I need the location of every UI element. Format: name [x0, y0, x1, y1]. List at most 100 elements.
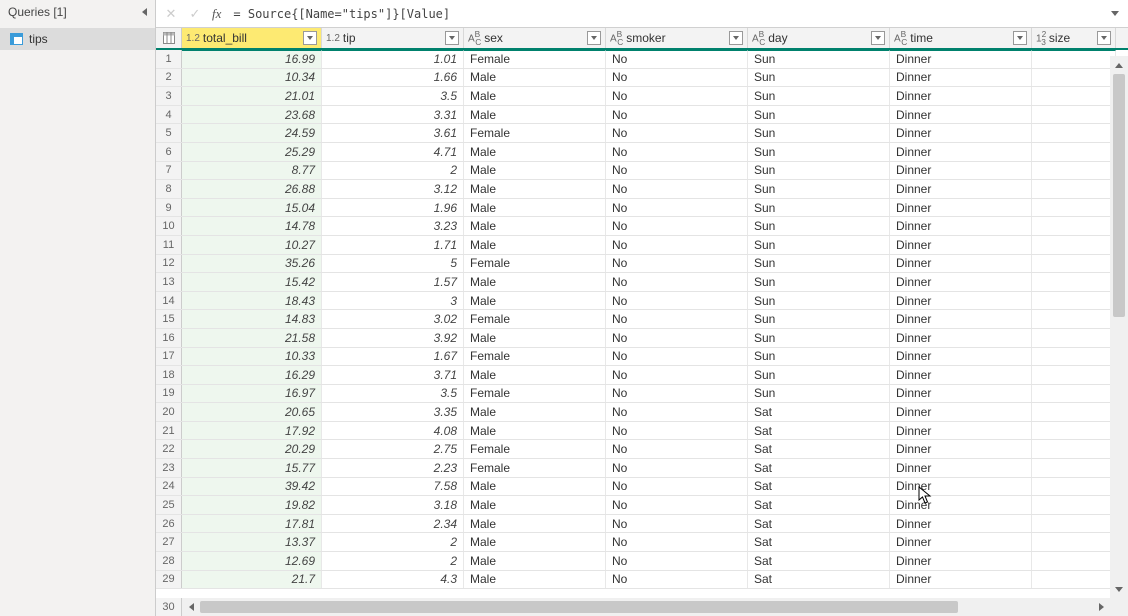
row-number[interactable]: 4: [156, 106, 182, 124]
hscroll-thumb[interactable]: [200, 601, 958, 613]
cell-size[interactable]: [1032, 180, 1116, 198]
cell-smoker[interactable]: No: [606, 366, 748, 384]
cell-size[interactable]: [1032, 255, 1116, 273]
cell-time[interactable]: Dinner: [890, 217, 1032, 235]
cell-day[interactable]: Sun: [748, 50, 890, 68]
datatype-icon[interactable]: ABC: [752, 29, 765, 46]
cell-smoker[interactable]: No: [606, 385, 748, 403]
cell-size[interactable]: [1032, 106, 1116, 124]
cell-size[interactable]: [1032, 236, 1116, 254]
cell-smoker[interactable]: No: [606, 217, 748, 235]
cell-sex[interactable]: Male: [464, 273, 606, 291]
filter-dropdown-icon[interactable]: [303, 31, 317, 45]
cell-size[interactable]: [1032, 292, 1116, 310]
cell-day[interactable]: Sun: [748, 255, 890, 273]
row-number[interactable]: 8: [156, 180, 182, 198]
cell-tip[interactable]: 3.31: [322, 106, 464, 124]
cell-day[interactable]: Sun: [748, 329, 890, 347]
table-row[interactable]: 2315.772.23FemaleNoSatDinner: [156, 459, 1128, 478]
select-all-button[interactable]: [156, 28, 182, 48]
cell-smoker[interactable]: No: [606, 69, 748, 87]
cell-sex[interactable]: Male: [464, 571, 606, 589]
row-number[interactable]: 1: [156, 50, 182, 68]
cell-total_bill[interactable]: 26.88: [182, 180, 322, 198]
cell-size[interactable]: [1032, 50, 1116, 68]
datatype-icon[interactable]: ABC: [468, 29, 481, 46]
vscroll-thumb[interactable]: [1113, 74, 1125, 317]
row-number[interactable]: 18: [156, 366, 182, 384]
row-number[interactable]: 29: [156, 571, 182, 589]
cell-tip[interactable]: 3.23: [322, 217, 464, 235]
cell-tip[interactable]: 3.35: [322, 403, 464, 421]
column-header-day[interactable]: ABCday: [748, 28, 890, 48]
cell-day[interactable]: Sun: [748, 162, 890, 180]
row-number[interactable]: 5: [156, 124, 182, 142]
row-number[interactable]: 17: [156, 348, 182, 366]
cell-time[interactable]: Dinner: [890, 124, 1032, 142]
cell-day[interactable]: Sun: [748, 69, 890, 87]
table-row[interactable]: 2117.924.08MaleNoSatDinner: [156, 422, 1128, 441]
cell-total_bill[interactable]: 17.92: [182, 422, 322, 440]
cell-sex[interactable]: Male: [464, 236, 606, 254]
cell-total_bill[interactable]: 16.29: [182, 366, 322, 384]
table-row[interactable]: 210.341.66MaleNoSunDinner: [156, 69, 1128, 88]
cell-sex[interactable]: Male: [464, 87, 606, 105]
cell-day[interactable]: Sat: [748, 515, 890, 533]
cell-smoker[interactable]: No: [606, 348, 748, 366]
cell-size[interactable]: [1032, 515, 1116, 533]
table-row[interactable]: 826.883.12MaleNoSunDinner: [156, 180, 1128, 199]
cell-day[interactable]: Sat: [748, 440, 890, 458]
cell-time[interactable]: Dinner: [890, 571, 1032, 589]
cell-day[interactable]: Sat: [748, 403, 890, 421]
cell-smoker[interactable]: No: [606, 552, 748, 570]
cell-tip[interactable]: 7.58: [322, 478, 464, 496]
cell-sex[interactable]: Male: [464, 366, 606, 384]
cell-time[interactable]: Dinner: [890, 310, 1032, 328]
cell-time[interactable]: Dinner: [890, 87, 1032, 105]
cell-day[interactable]: Sat: [748, 571, 890, 589]
table-row[interactable]: 1710.331.67FemaleNoSunDinner: [156, 348, 1128, 367]
cell-smoker[interactable]: No: [606, 292, 748, 310]
cell-total_bill[interactable]: 10.27: [182, 236, 322, 254]
cell-total_bill[interactable]: 23.68: [182, 106, 322, 124]
cancel-formula-button[interactable]: ✕: [160, 4, 182, 24]
cell-smoker[interactable]: No: [606, 403, 748, 421]
row-number[interactable]: 15: [156, 310, 182, 328]
row-number[interactable]: 24: [156, 478, 182, 496]
table-row[interactable]: 1418.433MaleNoSunDinner: [156, 292, 1128, 311]
cell-total_bill[interactable]: 15.04: [182, 199, 322, 217]
cell-tip[interactable]: 3.71: [322, 366, 464, 384]
table-row[interactable]: 116.991.01FemaleNoSunDinner: [156, 50, 1128, 69]
row-number[interactable]: 13: [156, 273, 182, 291]
table-row[interactable]: 2439.427.58MaleNoSatDinner: [156, 478, 1128, 497]
table-row[interactable]: 2617.812.34MaleNoSatDinner: [156, 515, 1128, 534]
cell-tip[interactable]: 3.92: [322, 329, 464, 347]
cell-total_bill[interactable]: 10.33: [182, 348, 322, 366]
cell-total_bill[interactable]: 21.01: [182, 87, 322, 105]
cell-sex[interactable]: Male: [464, 496, 606, 514]
cell-smoker[interactable]: No: [606, 478, 748, 496]
datatype-icon[interactable]: ABC: [610, 29, 623, 46]
cell-tip[interactable]: 3.12: [322, 180, 464, 198]
cell-smoker[interactable]: No: [606, 143, 748, 161]
cell-total_bill[interactable]: 20.29: [182, 440, 322, 458]
cell-time[interactable]: Dinner: [890, 273, 1032, 291]
cell-smoker[interactable]: No: [606, 533, 748, 551]
row-number[interactable]: 21: [156, 422, 182, 440]
cell-size[interactable]: [1032, 217, 1116, 235]
cell-total_bill[interactable]: 24.59: [182, 124, 322, 142]
cell-smoker[interactable]: No: [606, 199, 748, 217]
row-number[interactable]: 22: [156, 440, 182, 458]
cell-size[interactable]: [1032, 496, 1116, 514]
filter-dropdown-icon[interactable]: [729, 31, 743, 45]
cell-time[interactable]: Dinner: [890, 69, 1032, 87]
scroll-down-icon[interactable]: [1110, 580, 1128, 598]
cell-day[interactable]: Sat: [748, 459, 890, 477]
datatype-icon[interactable]: 123: [1036, 29, 1046, 46]
cell-size[interactable]: [1032, 478, 1116, 496]
table-row[interactable]: 2713.372MaleNoSatDinner: [156, 533, 1128, 552]
collapse-sidebar-icon[interactable]: [142, 5, 147, 19]
datatype-icon[interactable]: 1.2: [186, 33, 200, 44]
cell-total_bill[interactable]: 21.7: [182, 571, 322, 589]
cell-tip[interactable]: 1.01: [322, 50, 464, 68]
